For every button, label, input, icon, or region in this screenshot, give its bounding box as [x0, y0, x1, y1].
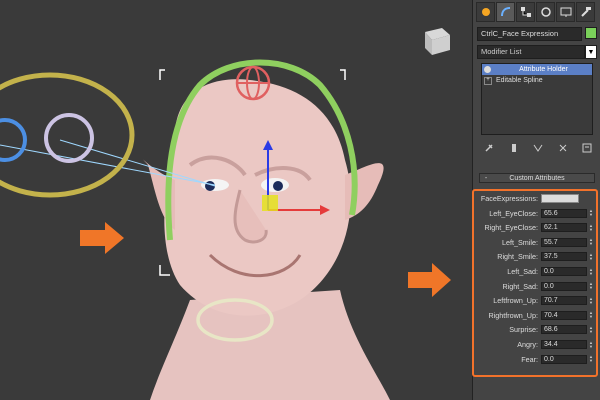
remove-modifier-icon[interactable] [557, 142, 569, 154]
spinner-arrows-icon[interactable]: ▲ ▼ [588, 311, 594, 320]
spinner-arrows-icon[interactable]: ▲ ▼ [588, 296, 594, 305]
attribute-row: Right_Sad: 0.0 ▲ ▼ [474, 281, 594, 292]
tab-create[interactable] [476, 2, 495, 22]
attribute-row: FaceExpressions: [474, 193, 594, 204]
viewport-scene [0, 28, 451, 400]
custom-attributes-rollout[interactable]: - Custom Attributes [479, 173, 595, 183]
attribute-label: Right_Sad: [502, 281, 538, 291]
attribute-row: Angry: 34.4 ▲ ▼ [474, 339, 594, 350]
command-panel-tabs [476, 2, 598, 24]
attribute-value-field[interactable]: 62.1 [541, 223, 587, 233]
attribute-value-field[interactable]: 0.0 [541, 354, 587, 364]
spinner-arrows-icon[interactable]: ▲ ▼ [588, 267, 594, 276]
attribute-row: Fear: 0.0 ▲ ▼ [474, 354, 594, 365]
spinner-arrows-icon[interactable]: ▲ ▼ [588, 252, 594, 261]
attribute-value-field[interactable]: 34.4 [541, 340, 587, 349]
attribute-row: Right_Smile: 37.5 ▲ ▼ [474, 251, 594, 262]
attribute-label: FaceExpressions: [480, 194, 538, 203]
attribute-label: Right_EyeClose: [484, 223, 538, 233]
view-cube[interactable] [425, 28, 450, 55]
tab-display[interactable] [556, 2, 575, 22]
eye-control-right[interactable] [44, 113, 94, 163]
modify-icon [500, 7, 510, 17]
expand-icon[interactable]: + [484, 76, 492, 85]
modifier-list-dropdown[interactable]: Modifier List ▼ [477, 45, 597, 59]
stack-item-attribute-holder[interactable]: Attribute Holder [482, 64, 592, 75]
highlight-arrow-right [408, 263, 451, 297]
tab-motion[interactable] [536, 2, 555, 22]
tab-hierarchy[interactable] [516, 2, 535, 22]
attribute-label: Left_EyeClose: [489, 208, 538, 218]
attribute-text-field[interactable] [541, 194, 579, 203]
spinner-arrows-icon[interactable]: ▲ ▼ [588, 223, 594, 232]
show-end-result-icon[interactable] [508, 142, 520, 154]
rollout-toggle[interactable]: - [480, 175, 492, 182]
attribute-value-field[interactable]: 68.6 [541, 325, 587, 335]
chevron-down-icon[interactable]: ▼ [585, 45, 597, 59]
attribute-value-field[interactable]: 37.5 [541, 252, 587, 262]
eye-control-frame[interactable] [0, 72, 135, 198]
attribute-row: Surprise: 68.6 ▲ ▼ [474, 324, 594, 335]
attribute-label: Left_Sad: [507, 267, 538, 276]
attribute-label: Angry: [517, 340, 538, 349]
custom-attributes-highlight: FaceExpressions: Left_EyeClose: 65.6 ▲ ▼ Righ… [472, 189, 598, 377]
stack-item-editable-spline[interactable]: + Editable Spline [482, 75, 592, 86]
object-name-row: CtrlC_Face Expression [477, 27, 597, 41]
hierarchy-icon [520, 7, 531, 17]
tab-modify[interactable] [496, 2, 515, 22]
attribute-label: Right_Smile: [497, 252, 538, 262]
attribute-row: Rightfrown_Up: 70.4 ▲ ▼ [474, 310, 594, 321]
pin-stack-icon[interactable] [483, 142, 495, 154]
spinner-arrows-icon[interactable]: ▲ ▼ [588, 325, 594, 334]
spinner-arrows-icon[interactable]: ▲ ▼ [588, 340, 594, 349]
spinner-arrows-icon[interactable]: ▲ ▼ [588, 209, 594, 218]
monitor-icon [560, 7, 571, 17]
attribute-value-field[interactable]: 70.7 [541, 296, 587, 306]
object-color-swatch[interactable] [585, 27, 597, 39]
attribute-value-field[interactable]: 70.4 [541, 310, 587, 320]
attribute-label: Rightfrown_Up: [488, 310, 538, 320]
stack-item-label: Attribute Holder [519, 66, 568, 73]
object-name-field[interactable]: CtrlC_Face Expression [477, 27, 582, 41]
attribute-row: Left_Sad: 0.0 ▲ ▼ [474, 266, 594, 277]
attribute-row: Leftfrown_Up: 70.7 ▲ ▼ [474, 295, 594, 306]
3d-viewport[interactable] [0, 0, 472, 400]
attribute-label: Leftfrown_Up: [493, 296, 538, 306]
attribute-label: Fear: [521, 354, 538, 364]
sun-icon [481, 8, 490, 16]
eye-control-left[interactable] [0, 118, 27, 162]
configure-modifier-sets-icon[interactable] [581, 142, 593, 154]
spinner-arrows-icon[interactable]: ▲ ▼ [588, 282, 594, 291]
attribute-value-field[interactable]: 0.0 [541, 267, 587, 276]
attribute-value-field[interactable]: 55.7 [541, 237, 587, 247]
stack-tools [483, 142, 593, 154]
modifier-list-label: Modifier List [477, 45, 585, 59]
attribute-value-field[interactable]: 65.6 [541, 208, 587, 218]
attribute-value-field[interactable]: 0.0 [541, 281, 587, 291]
make-unique-icon[interactable] [532, 142, 544, 154]
attribute-row: Left_EyeClose: 65.6 ▲ ▼ [474, 208, 594, 219]
rollout-title: Custom Attributes [509, 174, 565, 182]
hammer-icon [580, 7, 591, 17]
spinner-arrows-icon[interactable]: ▲ ▼ [588, 238, 594, 247]
attribute-row: Left_Smile: 55.7 ▲ ▼ [474, 237, 594, 248]
attribute-label: Left_Smile: [502, 237, 538, 247]
spinner-arrows-icon[interactable]: ▲ ▼ [588, 355, 594, 364]
attribute-label: Surprise: [509, 325, 538, 335]
tab-utilities[interactable] [576, 2, 595, 22]
motion-icon [540, 7, 551, 17]
modifier-stack[interactable]: Attribute Holder + Editable Spline [481, 63, 593, 135]
lightbulb-icon[interactable] [484, 66, 491, 73]
attribute-row: Right_EyeClose: 62.1 ▲ ▼ [474, 222, 594, 233]
stack-item-label: Editable Spline [496, 77, 543, 84]
highlight-arrow-left [80, 222, 124, 254]
